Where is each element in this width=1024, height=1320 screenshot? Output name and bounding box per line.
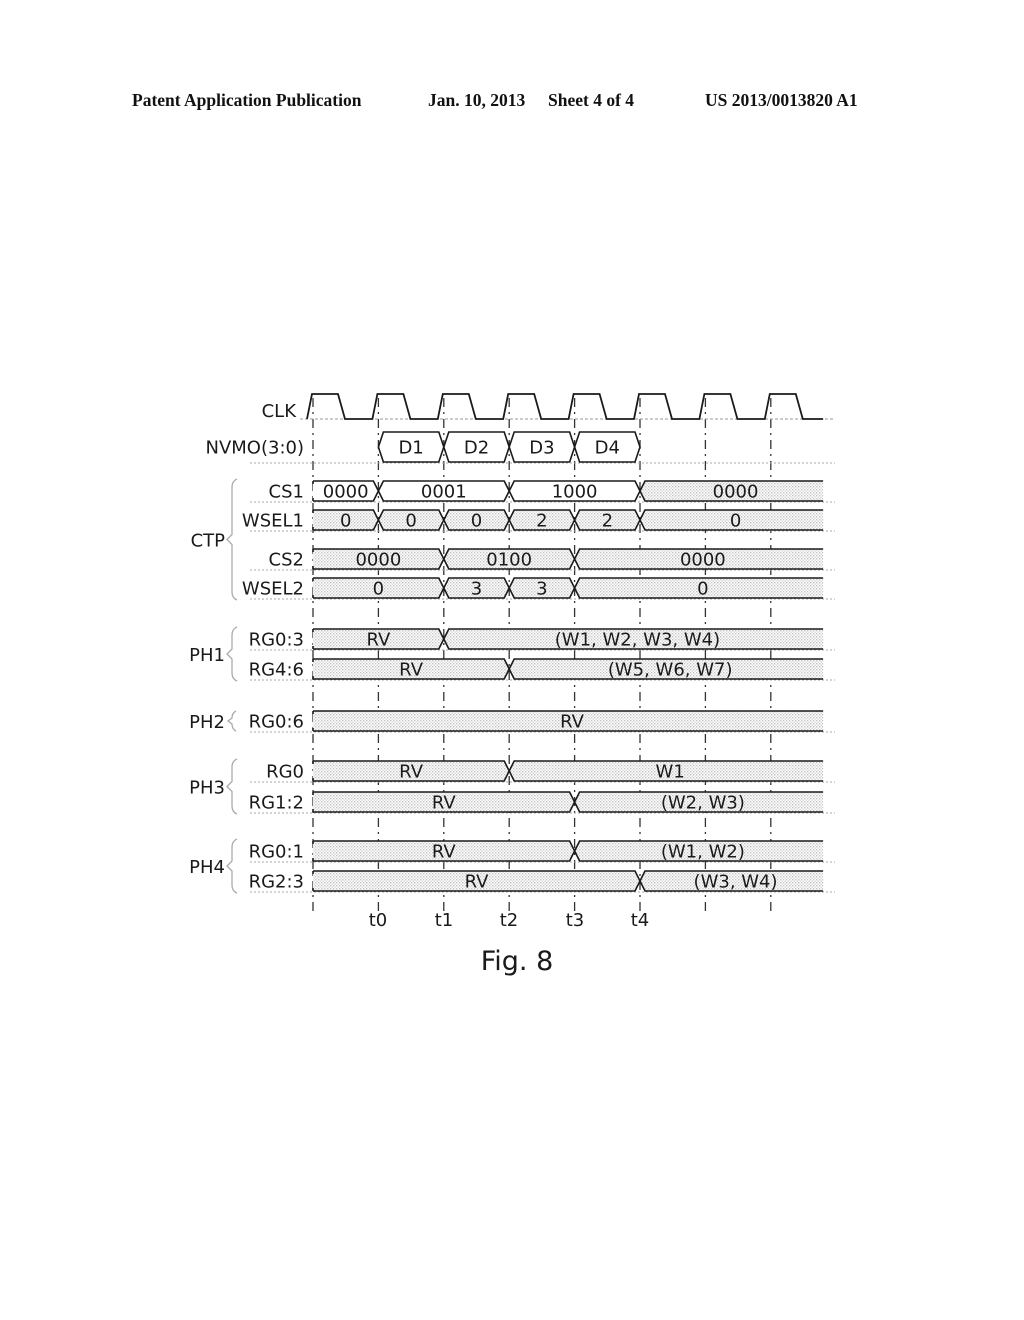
segment-value: 0000	[713, 482, 759, 503]
signal-label-ph3-rg0: RG0	[266, 762, 304, 783]
segment-value: RV	[432, 842, 457, 863]
time-marker-t3: t3	[566, 910, 585, 931]
segment-value: 0001	[421, 482, 467, 503]
time-marker-t0: t0	[369, 910, 388, 931]
segment-value: 0	[471, 511, 482, 532]
waveforms: D1 D2 D3 D40000 0001 1000 00000 0 0 2 2 00000 0100 00…	[250, 393, 835, 893]
segment-value: 1000	[552, 482, 598, 503]
time-marker-t4: t4	[631, 910, 650, 931]
signal-label-ph4-rg23: RG2:3	[249, 872, 304, 893]
segment-value: 0	[373, 579, 384, 600]
segment-value: (W5, W6, W7)	[608, 660, 733, 681]
group-label-ph1: PH1	[189, 645, 225, 666]
segment-value: 0	[697, 579, 708, 600]
segment-value: RV	[399, 762, 424, 783]
segment-value: RV	[366, 630, 391, 651]
segment-value: 2	[536, 511, 547, 532]
segment-value: (W1, W2)	[661, 842, 745, 863]
group-label-ph3: PH3	[189, 778, 225, 799]
group-brace-ph4	[226, 838, 238, 894]
signal-label-ph1-rg03: RG0:3	[249, 630, 304, 651]
time-marker-t1: t1	[435, 910, 454, 931]
group-brace-ph3	[226, 758, 238, 815]
segment-value: RV	[399, 660, 424, 681]
clk-waveform	[306, 393, 824, 420]
time-marker-t2: t2	[500, 910, 519, 931]
signal-label-clk: CLK	[262, 401, 298, 422]
segment-value: 0	[730, 511, 741, 532]
group-brace-ph1	[226, 626, 238, 682]
segment-value: 3	[471, 579, 482, 600]
segment-value: (W1, W2, W3, W4)	[555, 630, 720, 651]
group-label-ph4: PH4	[189, 857, 225, 878]
segment-value: 0100	[486, 550, 532, 571]
segment-value: D4	[595, 438, 620, 459]
segment-value: 0	[340, 511, 351, 532]
signal-labels: CLK NVMO(3:0) CS1 WSEL1 CS2 WSEL2 RG0:3 RG4:6 RG…	[189, 401, 305, 894]
segment-value: 0000	[680, 550, 726, 571]
signal-label-cs2: CS2	[269, 550, 304, 571]
signal-label-nvmo: NVMO(3:0)	[206, 438, 305, 459]
segment-value: RV	[465, 872, 490, 893]
signal-label-ph2-rg06: RG0:6	[249, 712, 304, 733]
time-gridlines	[312, 398, 772, 912]
group-brace-ctp	[226, 478, 238, 601]
segment-value: (W2, W3)	[661, 793, 745, 814]
signal-label-ph1-rg46: RG4:6	[249, 660, 304, 681]
segment-value: D3	[529, 438, 554, 459]
group-brace-ph2	[226, 710, 237, 732]
segment-value: D1	[398, 438, 423, 459]
segment-value: (W3, W4)	[694, 872, 778, 893]
segment-value: 3	[536, 579, 547, 600]
segment-value: RV	[560, 712, 585, 733]
segment-value: RV	[432, 793, 457, 814]
segment-value: W1	[656, 762, 685, 783]
group-label-ph2: PH2	[189, 712, 225, 733]
segment-value: 0000	[323, 482, 369, 503]
signal-label-cs1: CS1	[269, 482, 304, 503]
figure-caption: Fig. 8	[481, 946, 554, 977]
signal-label-ph3-rg12: RG1:2	[249, 793, 304, 814]
signal-label-wsel2: WSEL2	[242, 579, 304, 600]
segment-value: D2	[464, 438, 489, 459]
timing-diagram: D1 D2 D3 D40000 0001 1000 00000 0 0 2 2 00000 0100 00…	[189, 393, 835, 977]
segment-value: 0	[405, 511, 416, 532]
segment-value: 0000	[355, 550, 401, 571]
signal-label-ph4-rg01: RG0:1	[249, 842, 304, 863]
group-label-ctp: CTP	[191, 531, 226, 552]
signal-label-wsel1: WSEL1	[242, 511, 304, 532]
segment-value: 2	[602, 511, 613, 532]
